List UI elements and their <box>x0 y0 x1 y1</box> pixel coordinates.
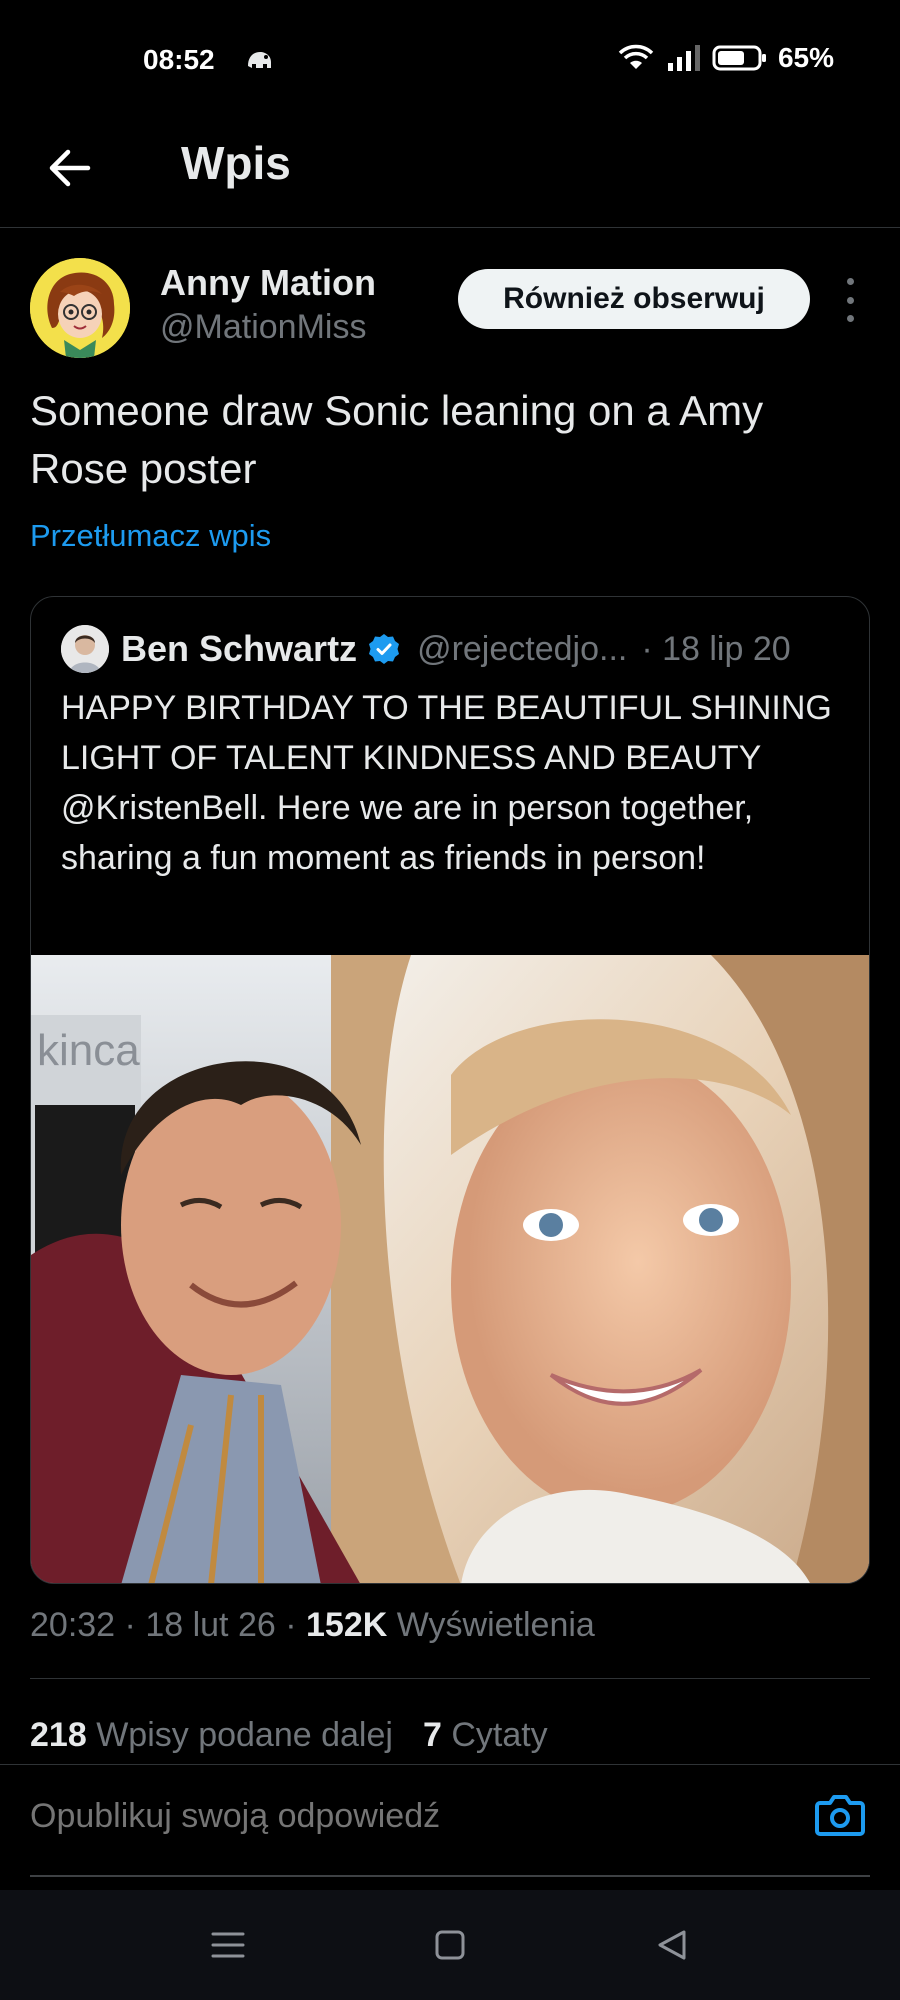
top-app-bar: Wpis <box>0 120 900 228</box>
post-author: Anny Mation @MationMiss Również obserwuj <box>0 256 900 366</box>
views-count: 152K <box>306 1606 388 1644</box>
meta-separator: · <box>285 1606 297 1644</box>
reposts-stat[interactable]: 218 Wpisy podane dalej <box>30 1716 393 1755</box>
back-button[interactable] <box>40 138 100 198</box>
arrow-left-icon <box>49 149 91 187</box>
triangle-back-icon <box>658 1930 686 1960</box>
quoted-author-name: Ben Schwartz <box>121 628 358 669</box>
post-meta: 20:32 · 18 lut 26 · 152K Wyświetlenia <box>30 1606 595 1645</box>
wifi-icon <box>618 44 654 69</box>
signal-icon <box>667 45 700 71</box>
meta-separator: · <box>124 1606 136 1644</box>
author-handle[interactable]: @MationMiss <box>160 308 366 347</box>
quotes-count: 7 <box>422 1716 442 1754</box>
post-text: Someone draw Sonic leaning on a Amy Rose… <box>30 387 764 492</box>
battery-percent: 65% <box>777 42 834 73</box>
avatar[interactable] <box>30 258 130 358</box>
battery-icon <box>712 45 766 71</box>
system-navigation-bar <box>0 1890 900 2000</box>
store-sign-text: kinca <box>37 1026 140 1075</box>
divider <box>30 1678 870 1679</box>
quoted-author-avatar <box>61 625 109 673</box>
home-button[interactable] <box>425 1920 475 1970</box>
quoted-post-header: Ben Schwartz @rejectedjo... · 18 lip 20 <box>61 623 851 675</box>
follow-back-button[interactable]: Również obserwuj <box>458 269 810 329</box>
quoted-post-text: HAPPY BIRTHDAY TO THE BEAUTIFUL SHINING … <box>61 689 832 877</box>
reply-composer <box>0 1764 900 1890</box>
post-date: 18 lut 26 <box>145 1606 276 1644</box>
reposts-label: Wpisy podane dalej <box>96 1716 393 1754</box>
camera-icon[interactable] <box>812 1787 868 1843</box>
status-time: 08:52 <box>143 44 215 75</box>
post-time: 20:32 <box>30 1606 116 1644</box>
status-icons: 65% <box>616 42 834 74</box>
quoted-author-handle: @rejectedjo... <box>417 629 628 668</box>
menu-icon <box>211 1932 245 1958</box>
quotes-label: Cytaty <box>451 1716 548 1754</box>
reposts-count: 218 <box>30 1716 87 1754</box>
reply-input[interactable] <box>30 1797 790 1836</box>
page-title: Wpis <box>181 137 291 189</box>
views-label: Wyświetlenia <box>396 1606 595 1644</box>
quoted-post-date: · 18 lip 20 <box>641 629 791 668</box>
quotes-stat[interactable]: 7 Cytaty <box>423 1716 548 1755</box>
quoted-post[interactable]: Ben Schwartz @rejectedjo... · 18 lip 20 … <box>30 596 870 1584</box>
app-notification-icon <box>248 52 271 68</box>
recent-apps-button[interactable] <box>203 1920 253 1970</box>
status-bar: 08:52 65% <box>0 0 900 120</box>
more-vertical-icon[interactable] <box>838 278 862 322</box>
quoted-post-photo[interactable]: kinca <box>31 955 870 1584</box>
reply-underline <box>30 1875 870 1877</box>
verified-badge-icon <box>369 634 400 664</box>
avatar-illustration <box>30 258 130 358</box>
square-icon <box>435 1930 465 1960</box>
back-nav-button[interactable] <box>647 1920 697 1970</box>
author-name[interactable]: Anny Mation <box>160 262 376 304</box>
translate-post-link[interactable]: Przetłumacz wpis <box>30 518 271 554</box>
post-stats: 218 Wpisy podane dalej 7 Cytaty <box>30 1716 548 1755</box>
